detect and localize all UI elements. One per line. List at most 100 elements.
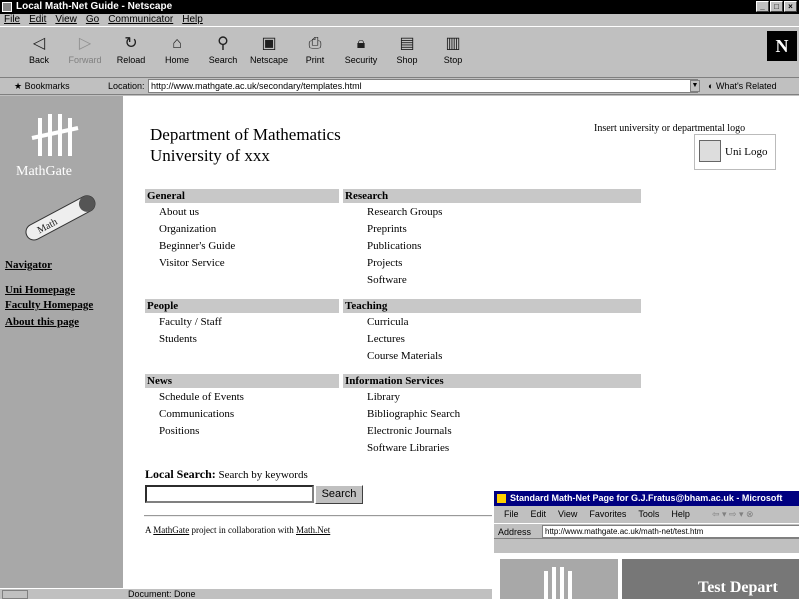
ie-page-heading: Test Depart: [622, 559, 799, 599]
sidebar-link-uni-homepage[interactable]: Uni Homepage: [5, 284, 75, 296]
list-item[interactable]: Software Libraries: [343, 439, 641, 456]
back-icon: ◁: [32, 35, 46, 52]
status-text: Document: Done: [128, 589, 196, 599]
print-icon: ⎙: [308, 35, 322, 52]
maximize-button[interactable]: □: [770, 1, 783, 12]
back-button[interactable]: ◁ Back: [16, 33, 62, 75]
url-field[interactable]: http://www.mathgate.ac.uk/secondary/temp…: [148, 79, 698, 93]
list-item[interactable]: Electronic Journals: [343, 422, 641, 439]
sidebar-link-navigator[interactable]: Navigator: [5, 259, 52, 271]
whats-related-button[interactable]: ◐ What's Related: [708, 81, 777, 91]
menu-go[interactable]: Go: [86, 14, 99, 26]
sidebar-link-faculty-homepage[interactable]: Faculty Homepage: [5, 299, 93, 311]
ie-menu-edit[interactable]: Edit: [531, 506, 547, 523]
list-item[interactable]: Course Materials: [343, 347, 641, 364]
stop-button[interactable]: ▥ Stop: [430, 33, 476, 75]
uni-logo-image[interactable]: Uni Logo: [694, 134, 776, 170]
department-title: Department of Mathematics University of …: [150, 125, 341, 165]
netscape-app-icon: [2, 2, 12, 12]
list-item[interactable]: Lectures: [343, 330, 641, 347]
ie-address-label: Address: [498, 527, 532, 537]
menu-bar: File Edit View Go Communicator Help: [0, 14, 799, 26]
home-button[interactable]: ⌂ Home: [154, 33, 200, 75]
menu-edit[interactable]: Edit: [29, 14, 46, 26]
math-bullet-icon: Math: [25, 195, 96, 241]
list-item[interactable]: Publications: [343, 237, 641, 254]
location-bar: ★ Bookmarks Location: http://www.mathgat…: [0, 78, 799, 95]
minimize-button[interactable]: _: [756, 1, 769, 12]
window-controls: _ □ ×: [756, 1, 797, 12]
category-news: News Schedule of Events Communications P…: [145, 374, 339, 439]
category-people: People Faculty / Staff Students: [145, 299, 339, 347]
list-item[interactable]: Beginner's Guide: [145, 237, 339, 254]
divider: [144, 515, 504, 517]
category-information-services: Information Services Library Bibliograph…: [343, 374, 641, 456]
list-item[interactable]: Projects: [343, 254, 641, 271]
ie-menu-file[interactable]: File: [504, 506, 519, 523]
list-item[interactable]: Curricula: [343, 313, 641, 330]
ie-menu-view[interactable]: View: [558, 506, 577, 523]
list-item[interactable]: Positions: [145, 422, 339, 439]
mathgate-logo-icon: [31, 114, 79, 156]
home-icon: ⌂: [172, 35, 182, 52]
search-icon: ⚲: [217, 35, 229, 52]
list-item[interactable]: Preprints: [343, 220, 641, 237]
security-icon: 🔒︎: [356, 35, 366, 52]
netscape-icon: ▣: [261, 35, 277, 52]
ie-menu-help[interactable]: Help: [671, 506, 690, 523]
window-titlebar: Local Math-Net Guide - Netscape _ □ ×: [0, 0, 799, 14]
footer-link-mathnet[interactable]: Math.Net: [296, 525, 330, 535]
close-button[interactable]: ×: [784, 1, 797, 12]
list-item[interactable]: Organization: [145, 220, 339, 237]
list-item[interactable]: Software: [343, 271, 641, 288]
ie-window-title: Standard Math-Net Page for G.J.Fratus@bh…: [510, 493, 783, 503]
category-research: Research Research Groups Preprints Publi…: [343, 189, 641, 288]
bookmarks-button[interactable]: ★ Bookmarks: [14, 81, 70, 92]
menu-view[interactable]: View: [55, 14, 77, 26]
ie-menu-tools[interactable]: Tools: [638, 506, 659, 523]
list-item[interactable]: Library: [343, 388, 641, 405]
footer-link-mathgate[interactable]: MathGate: [153, 525, 189, 535]
print-button[interactable]: ⎙ Print: [292, 33, 338, 75]
list-item[interactable]: Communications: [145, 405, 339, 422]
forward-icon: ▷: [78, 35, 92, 52]
list-item[interactable]: Bibliographic Search: [343, 405, 641, 422]
navigation-toolbar: ◁ Back ▷ Forward ↻ Reload ⌂ Home ⚲ Search ▣ Ne…: [0, 26, 799, 78]
mathgate-logo-icon: [544, 567, 572, 599]
ie-menu-favorites[interactable]: Favorites: [589, 506, 626, 523]
image-placeholder-icon: [699, 140, 721, 162]
netscape-button[interactable]: ▣ Netscape: [246, 33, 292, 75]
forward-button[interactable]: ▷ Forward: [62, 33, 108, 75]
list-item[interactable]: Research Groups: [343, 203, 641, 220]
category-general: General About us Organization Beginner's…: [145, 189, 339, 271]
menu-help[interactable]: Help: [182, 14, 203, 26]
list-item[interactable]: Faculty / Staff: [145, 313, 339, 330]
ie-titlebar: Standard Math-Net Page for G.J.Fratus@bh…: [494, 491, 799, 506]
mathgate-brand: MathGate: [16, 164, 72, 179]
url-dropdown-icon[interactable]: ▼: [690, 80, 700, 92]
stop-icon: ▥: [445, 35, 461, 52]
menu-communicator[interactable]: Communicator: [108, 14, 173, 26]
list-item[interactable]: Visitor Service: [145, 254, 339, 271]
reload-icon: ↻: [124, 35, 138, 52]
netscape-logo: N: [767, 31, 797, 61]
ie-sidebar: [500, 559, 618, 599]
list-item[interactable]: Schedule of Events: [145, 388, 339, 405]
ie-window[interactable]: Standard Math-Net Page for G.J.Fratus@bh…: [492, 489, 799, 599]
ie-url-field[interactable]: http://www.mathgate.ac.uk/math-net/test.…: [542, 525, 799, 538]
search-label: Local Search: Search by keywords: [145, 467, 308, 481]
list-item[interactable]: Students: [145, 330, 339, 347]
search-input[interactable]: [145, 485, 314, 503]
security-button[interactable]: 🔒︎ Security: [338, 33, 384, 75]
shop-button[interactable]: ▤ Shop: [384, 33, 430, 75]
search-button[interactable]: ⚲ Search: [200, 33, 246, 75]
reload-button[interactable]: ↻ Reload: [108, 33, 154, 75]
sidebar: MathGate Math Navigator Uni Homepage Fac…: [0, 96, 123, 588]
ie-page-content: Test Depart: [494, 553, 799, 599]
shop-icon: ▤: [399, 35, 415, 52]
ie-back-forward-icon[interactable]: ⇦ ▾ ⇨ ▾ ⊗: [712, 506, 754, 523]
list-item[interactable]: About us: [145, 203, 339, 220]
sidebar-link-about-page[interactable]: About this page: [5, 316, 79, 328]
search-submit-button[interactable]: Search: [315, 485, 363, 504]
menu-file[interactable]: File: [4, 14, 20, 26]
